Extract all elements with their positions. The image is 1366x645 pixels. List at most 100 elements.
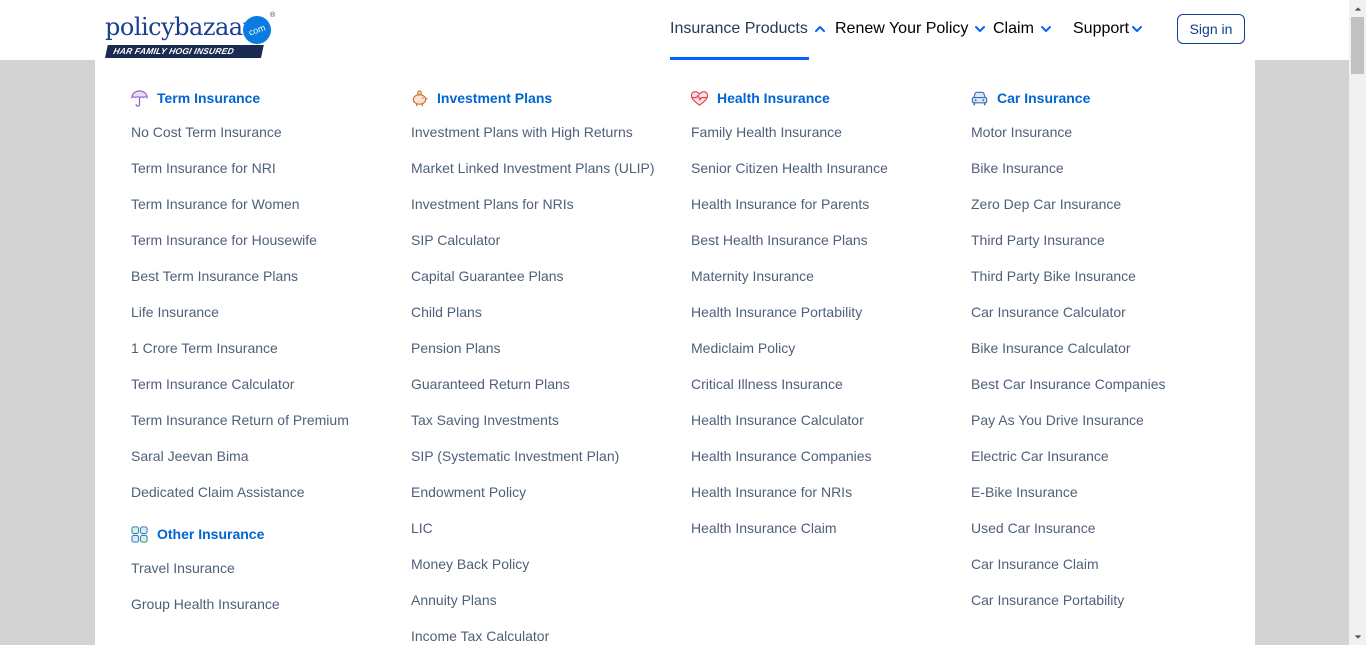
- menu-column-health: Health Insurance Family Health Insurance…: [690, 88, 888, 556]
- menu-link[interactable]: Term Insurance Return of Premium: [131, 412, 349, 448]
- menu-link[interactable]: Health Insurance for NRIs: [691, 484, 888, 520]
- section-title: Other Insurance: [157, 526, 265, 542]
- menu-section-other: Other Insurance Travel Insurance Group H…: [131, 524, 349, 632]
- logo-wordmark: policybazaar: [105, 13, 254, 41]
- section-heading-car[interactable]: Car Insurance: [970, 88, 1166, 108]
- menu-link[interactable]: Investment Plans for NRIs: [411, 196, 655, 232]
- policybazaar-logo[interactable]: policybazaar com ® HAR FAMILY HOGI INSUR…: [105, 12, 280, 60]
- menu-link[interactable]: Bike Insurance: [971, 160, 1166, 196]
- menu-link[interactable]: Mediclaim Policy: [691, 340, 888, 376]
- chevron-down-icon: [974, 23, 986, 35]
- menu-link[interactable]: No Cost Term Insurance: [131, 124, 349, 160]
- menu-link[interactable]: Best Term Insurance Plans: [131, 268, 349, 304]
- logo-tagline: HAR FAMILY HOGI INSURED: [105, 45, 264, 58]
- menu-link[interactable]: Health Insurance Companies: [691, 448, 888, 484]
- menu-link[interactable]: Health Insurance Portability: [691, 304, 888, 340]
- menu-link[interactable]: Car Insurance Portability: [971, 592, 1166, 628]
- section-title: Health Insurance: [717, 90, 830, 106]
- chevron-up-icon: [814, 23, 826, 35]
- menu-link[interactable]: Term Insurance for Housewife: [131, 232, 349, 268]
- umbrella-icon: [130, 89, 149, 108]
- nav-renew-policy[interactable]: Renew Your Policy: [835, 0, 986, 57]
- heart-pulse-icon: [690, 89, 709, 108]
- menu-link[interactable]: Family Health Insurance: [691, 124, 888, 160]
- menu-link[interactable]: SIP (Systematic Investment Plan): [411, 448, 655, 484]
- chevron-down-icon: [1131, 23, 1143, 35]
- menu-link[interactable]: Life Insurance: [131, 304, 349, 340]
- scrollbar-thumb[interactable]: [1351, 17, 1364, 74]
- menu-link[interactable]: SIP Calculator: [411, 232, 655, 268]
- menu-link[interactable]: Child Plans: [411, 304, 655, 340]
- menu-link[interactable]: Used Car Insurance: [971, 520, 1166, 556]
- health-links-list: Family Health Insurance Senior Citizen H…: [691, 124, 888, 556]
- nav-support[interactable]: Support: [1073, 0, 1143, 57]
- menu-link[interactable]: Money Back Policy: [411, 556, 655, 592]
- menu-link[interactable]: Term Insurance for Women: [131, 196, 349, 232]
- menu-link[interactable]: Best Car Insurance Companies: [971, 376, 1166, 412]
- chevron-down-icon: [1040, 23, 1052, 35]
- menu-link[interactable]: Guaranteed Return Plans: [411, 376, 655, 412]
- nav-support-label: Support: [1073, 19, 1130, 37]
- menu-link[interactable]: Tax Saving Investments: [411, 412, 655, 448]
- scroll-up-arrow-icon[interactable]: [1349, 0, 1366, 17]
- menu-link[interactable]: Group Health Insurance: [131, 596, 349, 632]
- menu-link[interactable]: Term Insurance for NRI: [131, 160, 349, 196]
- menu-link[interactable]: Senior Citizen Health Insurance: [691, 160, 888, 196]
- menu-link[interactable]: Pay As You Drive Insurance: [971, 412, 1166, 448]
- menu-link[interactable]: Best Health Insurance Plans: [691, 232, 888, 268]
- menu-link[interactable]: Income Tax Calculator: [411, 628, 655, 645]
- menu-link[interactable]: Saral Jeevan Bima: [131, 448, 349, 484]
- menu-link[interactable]: Electric Car Insurance: [971, 448, 1166, 484]
- menu-link[interactable]: 1 Crore Term Insurance: [131, 340, 349, 376]
- menu-link[interactable]: Health Insurance Calculator: [691, 412, 888, 448]
- nav-claim[interactable]: Claim: [993, 0, 1052, 57]
- menu-link[interactable]: Third Party Bike Insurance: [971, 268, 1166, 304]
- section-heading-term[interactable]: Term Insurance: [130, 88, 349, 108]
- menu-link[interactable]: Investment Plans with High Returns: [411, 124, 655, 160]
- term-links-list: No Cost Term Insurance Term Insurance fo…: [131, 124, 349, 520]
- section-title: Car Insurance: [997, 90, 1091, 106]
- menu-column-car: Car Insurance Motor Insurance Bike Insur…: [971, 88, 1166, 628]
- menu-link[interactable]: Market Linked Investment Plans (ULIP): [411, 160, 655, 196]
- menu-link[interactable]: Motor Insurance: [971, 124, 1166, 160]
- menu-link[interactable]: Maternity Insurance: [691, 268, 888, 304]
- logo-registered-mark: ®: [270, 12, 276, 19]
- menu-link[interactable]: Health Insurance for Parents: [691, 196, 888, 232]
- page-scrollbar[interactable]: [1349, 0, 1366, 645]
- menu-link[interactable]: Endowment Policy: [411, 484, 655, 520]
- menu-link[interactable]: Zero Dep Car Insurance: [971, 196, 1166, 232]
- menu-link[interactable]: Car Insurance Claim: [971, 556, 1166, 592]
- scroll-down-arrow-icon[interactable]: [1349, 628, 1366, 645]
- menu-link[interactable]: Term Insurance Calculator: [131, 376, 349, 412]
- menu-link[interactable]: Bike Insurance Calculator: [971, 340, 1166, 376]
- insurance-products-menu: Term Insurance No Cost Term Insurance Te…: [95, 60, 1255, 645]
- menu-link[interactable]: Pension Plans: [411, 340, 655, 376]
- nav-insurance-products-label: Insurance Products: [670, 19, 808, 37]
- menu-link[interactable]: Dedicated Claim Assistance: [131, 484, 349, 520]
- menu-link[interactable]: Third Party Insurance: [971, 232, 1166, 268]
- section-title: Term Insurance: [157, 90, 261, 106]
- nav-insurance-products[interactable]: Insurance Products: [670, 0, 826, 57]
- menu-link[interactable]: E-Bike Insurance: [971, 484, 1166, 520]
- car-icon: [970, 89, 989, 108]
- car-links-list: Motor Insurance Bike Insurance Zero Dep …: [971, 124, 1166, 628]
- nav-renew-policy-label: Renew Your Policy: [835, 19, 969, 37]
- menu-link[interactable]: Car Insurance Calculator: [971, 304, 1166, 340]
- menu-link[interactable]: Health Insurance Claim: [691, 520, 888, 556]
- menu-link[interactable]: Travel Insurance: [131, 560, 349, 596]
- menu-link[interactable]: Capital Guarantee Plans: [411, 268, 655, 304]
- menu-link[interactable]: Annuity Plans: [411, 592, 655, 628]
- section-heading-investment[interactable]: Investment Plans: [410, 88, 655, 108]
- grid-icon: [130, 525, 149, 544]
- nav-claim-label: Claim: [993, 19, 1034, 37]
- investment-links-list: Investment Plans with High Returns Marke…: [411, 124, 655, 645]
- menu-column-term: Term Insurance No Cost Term Insurance Te…: [131, 88, 349, 632]
- section-heading-health[interactable]: Health Insurance: [690, 88, 888, 108]
- piggy-bank-icon: [410, 89, 429, 108]
- other-links-list: Travel Insurance Group Health Insurance: [131, 560, 349, 632]
- menu-link[interactable]: LIC: [411, 520, 655, 556]
- section-heading-other[interactable]: Other Insurance: [130, 524, 349, 544]
- menu-column-investment: Investment Plans Investment Plans with H…: [411, 88, 655, 645]
- menu-link[interactable]: Critical Illness Insurance: [691, 376, 888, 412]
- sign-in-button[interactable]: Sign in: [1177, 14, 1245, 44]
